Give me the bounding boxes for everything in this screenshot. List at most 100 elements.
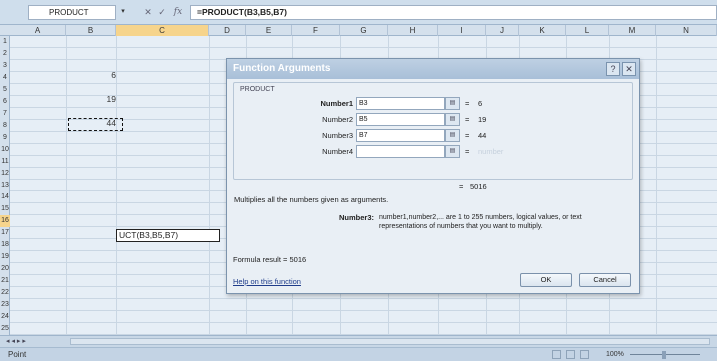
row-header-3[interactable]: 3 <box>0 60 10 72</box>
column-header-l[interactable]: L <box>566 25 609 36</box>
enter-entry-icon[interactable]: ✓ <box>156 6 168 19</box>
row-header-1[interactable]: 1 <box>0 36 10 48</box>
arg-2-collapse-icon[interactable]: ▤ <box>445 113 460 126</box>
row-header-21[interactable]: 21 <box>0 275 10 287</box>
column-header-c[interactable]: C <box>116 25 209 36</box>
cell-b5[interactable]: 19 <box>66 94 116 104</box>
help-on-function-link[interactable]: Help on this function <box>233 277 301 287</box>
arg-4-label: Number4 <box>322 147 353 156</box>
arg-4-collapse-icon[interactable]: ▤ <box>445 145 460 158</box>
column-header-a[interactable]: A <box>10 25 66 36</box>
column-header-d[interactable]: D <box>209 25 246 36</box>
row-header-7[interactable]: 7 <box>0 108 10 120</box>
arg-3-label: Number3 <box>322 131 353 140</box>
row-header-2[interactable]: 2 <box>0 48 10 60</box>
arg-4-result: number <box>478 147 504 156</box>
arg-1-label: Number1 <box>320 99 353 108</box>
row-header-18[interactable]: 18 <box>0 239 10 251</box>
gridline-vertical <box>66 36 67 335</box>
zoom-slider-thumb[interactable] <box>662 351 666 359</box>
arg-1-result: 6 <box>478 99 483 108</box>
column-headers: ABCDEFGHIJKLMN <box>0 25 717 36</box>
cancel-button[interactable]: Cancel <box>579 273 631 287</box>
column-header-j[interactable]: J <box>486 25 519 36</box>
argument-description-label: Number3: <box>338 213 374 222</box>
formula-bar: PRODUCT ▾ ✕ ✓ fx =PRODUCT(B3,B5,B7) <box>0 0 717 25</box>
cancel-entry-icon[interactable]: ✕ <box>142 6 154 19</box>
row-header-23[interactable]: 23 <box>0 299 10 311</box>
row-header-16[interactable]: 16 <box>0 215 10 228</box>
row-header-10[interactable]: 10 <box>0 144 10 156</box>
row-header-17[interactable]: 17 <box>0 227 10 239</box>
arg-3-collapse-icon[interactable]: ▤ <box>445 129 460 142</box>
total-equals: = <box>459 182 464 191</box>
row-header-19[interactable]: 19 <box>0 251 10 263</box>
arg-1-equals: = <box>465 99 470 108</box>
function-name: PRODUCT <box>240 86 275 93</box>
column-header-i[interactable]: I <box>438 25 486 36</box>
row-headers: 1 2 3 4 5 6 7 8 9 10 11 12 13 14 15 16 17 18 19 20 21 22 23 24 2… <box>0 36 10 335</box>
active-cell-c16[interactable]: UCT(B3,B5,B7) <box>116 229 220 242</box>
arg-1-input[interactable]: B3 <box>356 97 445 110</box>
column-header-e[interactable]: E <box>246 25 292 36</box>
dialog-title: Function Arguments <box>233 63 331 74</box>
row-header-11[interactable]: 11 <box>0 156 10 168</box>
page-break-view-icon[interactable] <box>580 350 589 359</box>
arg-3-equals: = <box>465 131 470 140</box>
argument-description-text: number1,number2,... are 1 to 255 numbers… <box>379 214 582 230</box>
row-header-5[interactable]: 5 <box>0 84 10 96</box>
normal-view-icon[interactable] <box>552 350 561 359</box>
function-description: Multiplies all the numbers given as argu… <box>234 195 389 204</box>
gridline-vertical <box>116 36 117 335</box>
row-header-24[interactable]: 24 <box>0 311 10 323</box>
row-header-6[interactable]: 6 <box>0 96 10 108</box>
arg-2-equals: = <box>465 115 470 124</box>
function-arguments-dialog: Function Arguments ? ✕ PRODUCT Number1 B3… <box>226 58 640 294</box>
reference-marquee <box>68 118 123 131</box>
arg-2-result: 19 <box>478 115 487 124</box>
column-header-n[interactable]: N <box>656 25 717 36</box>
arg-3-input[interactable]: B7 <box>356 129 445 142</box>
arg-3-result: 44 <box>478 131 487 140</box>
page-layout-view-icon[interactable] <box>566 350 575 359</box>
column-header-h[interactable]: H <box>388 25 438 36</box>
row-header-25[interactable]: 25 <box>0 323 10 335</box>
sheet-nav-icon[interactable]: ◂ ◂ ▸ ▸ <box>6 337 26 346</box>
arg-1-collapse-icon[interactable]: ▤ <box>445 97 460 110</box>
help-icon[interactable]: ? <box>606 62 620 76</box>
gridline-vertical <box>656 36 657 335</box>
column-header-k[interactable]: K <box>519 25 566 36</box>
arg-4-equals: = <box>465 147 470 156</box>
row-header-20[interactable]: 20 <box>0 263 10 275</box>
column-header-b[interactable]: B <box>66 25 116 36</box>
total-result: 5016 <box>470 182 487 191</box>
row-header-15[interactable]: 15 <box>0 203 10 215</box>
horizontal-scrollbar[interactable] <box>70 338 710 345</box>
cell-b3[interactable]: 6 <box>66 70 116 80</box>
formula-input[interactable]: =PRODUCT(B3,B5,B7) <box>190 5 717 20</box>
name-box-dropdown-icon[interactable]: ▾ <box>118 6 128 18</box>
row-header-4[interactable]: 4 <box>0 72 10 84</box>
close-icon[interactable]: ✕ <box>622 62 636 76</box>
column-header-g[interactable]: G <box>340 25 388 36</box>
arg-2-input[interactable]: B5 <box>356 113 445 126</box>
insert-function-icon[interactable]: fx <box>171 6 185 19</box>
sheet-tabs-bar: ◂ ◂ ▸ ▸ <box>0 335 717 347</box>
status-mode: Point <box>8 350 27 359</box>
ok-button[interactable]: OK <box>520 273 572 287</box>
column-header-f[interactable]: F <box>292 25 340 36</box>
row-header-12[interactable]: 12 <box>0 168 10 180</box>
row-header-14[interactable]: 14 <box>0 191 10 203</box>
row-header-8[interactable]: 8 <box>0 120 10 132</box>
row-header-13[interactable]: 13 <box>0 180 10 192</box>
arg-4-input[interactable] <box>356 145 445 158</box>
row-header-9[interactable]: 9 <box>0 132 10 144</box>
gridline-vertical <box>209 36 210 335</box>
name-box[interactable]: PRODUCT <box>28 5 116 20</box>
arg-2-label: Number2 <box>322 115 353 124</box>
column-header-m[interactable]: M <box>609 25 656 36</box>
dialog-title-bar[interactable]: Function Arguments ? ✕ <box>227 59 639 79</box>
zoom-level[interactable]: 100% <box>606 349 624 361</box>
row-header-22[interactable]: 22 <box>0 287 10 299</box>
formula-result: Formula result = 5016 <box>233 255 307 264</box>
